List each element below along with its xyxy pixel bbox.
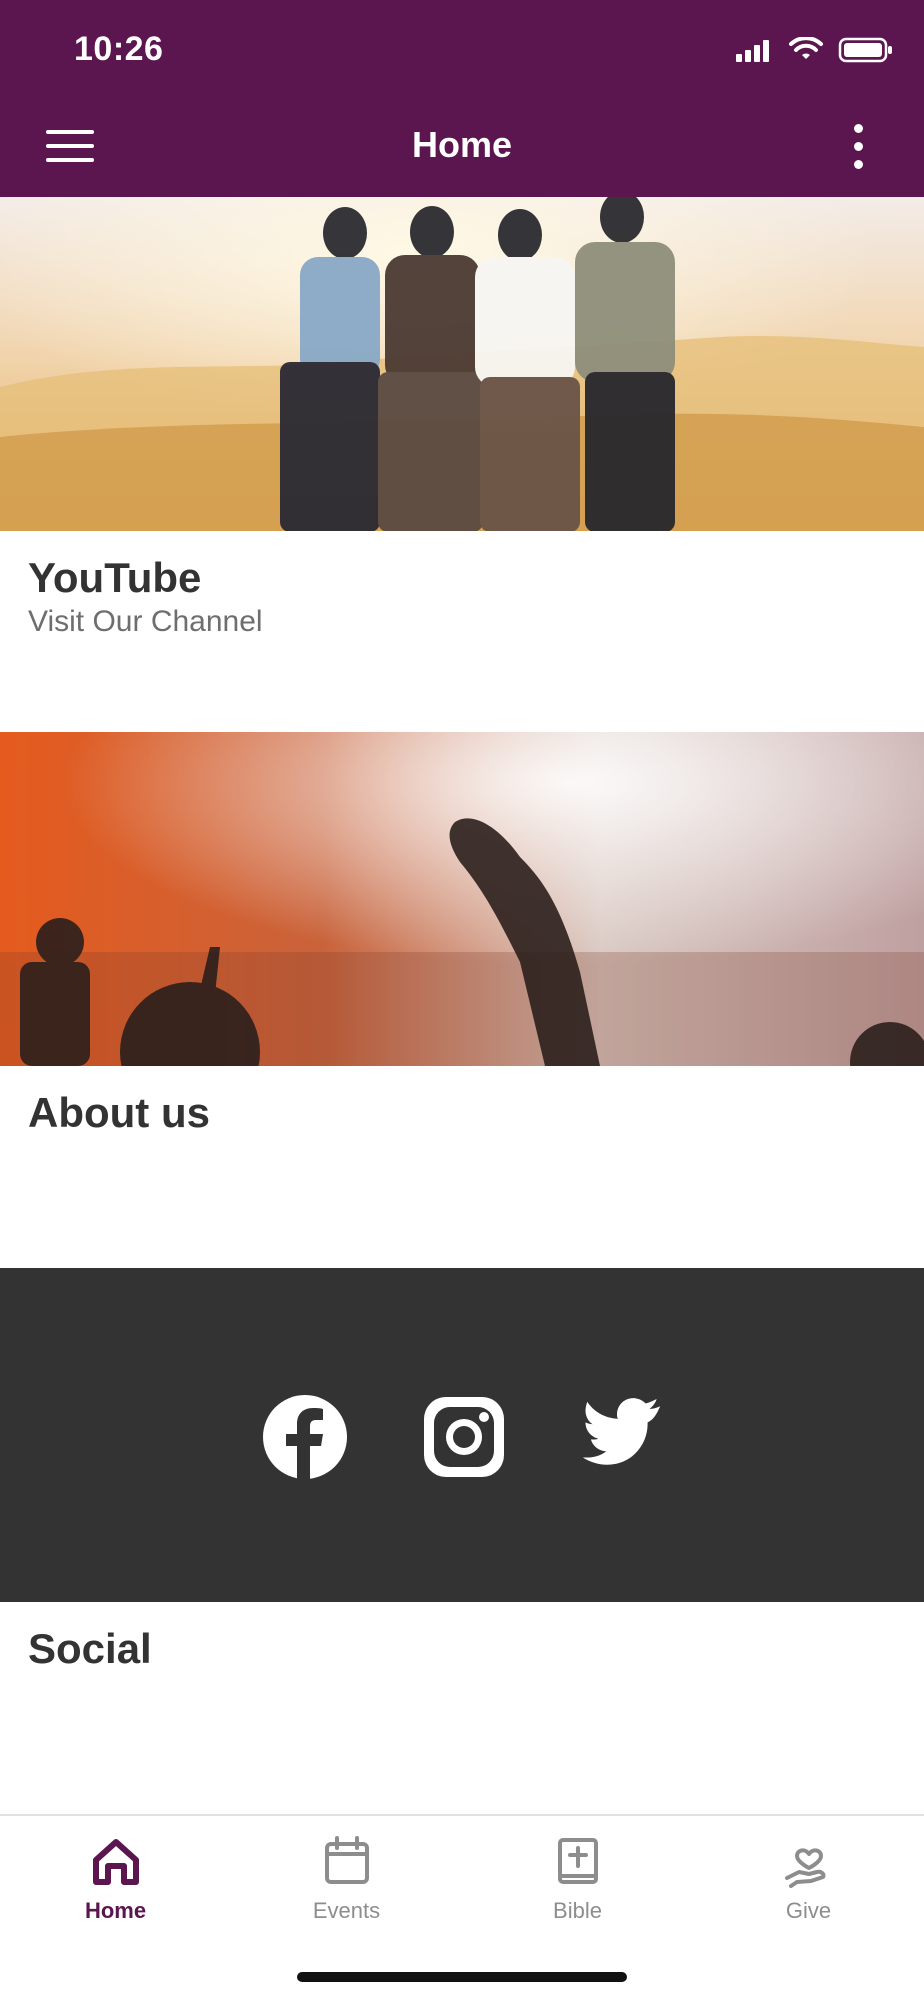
- home-icon: [92, 1839, 139, 1885]
- card-title: Social: [28, 1625, 152, 1672]
- card-youtube[interactable]: YouTube Visit Our Channel: [0, 197, 924, 732]
- status-time: 10:26: [74, 30, 164, 68]
- calendar-icon: [324, 1836, 369, 1884]
- card-title: About us: [28, 1089, 210, 1136]
- page-title: Home: [411, 124, 513, 165]
- card-social[interactable]: Social: [0, 1268, 924, 1814]
- bible-icon: [557, 1838, 598, 1884]
- wifi-icon: [789, 37, 823, 59]
- friends-sunset-photo: [0, 197, 924, 531]
- tab-home[interactable]: Home: [0, 1834, 231, 1944]
- card-about-us[interactable]: About us: [0, 732, 924, 1267]
- app-screen: 10:26 Home YouTube Visit Our Channel Abo…: [0, 0, 924, 2000]
- give-heart-hand-icon: [784, 1848, 825, 1888]
- app-header: 10:26 Home: [0, 0, 924, 197]
- worship-concert-photo: [0, 732, 924, 1066]
- tab-label: Events: [312, 1898, 381, 1923]
- facebook-icon[interactable]: [262, 1394, 348, 1480]
- vertical-ellipsis-icon[interactable]: [852, 124, 864, 172]
- tab-events[interactable]: Events: [231, 1834, 462, 1944]
- tab-label: Bible: [553, 1898, 602, 1923]
- tab-bible[interactable]: Bible: [462, 1834, 693, 1944]
- social-icons-banner: [0, 1268, 924, 1602]
- tab-label: Home: [84, 1898, 147, 1923]
- instagram-icon[interactable]: [421, 1394, 507, 1480]
- battery-icon: [838, 37, 892, 63]
- card-title: YouTube: [28, 554, 202, 601]
- signal-icon: [736, 40, 769, 62]
- status-icons: [734, 36, 894, 64]
- card-subtitle: Visit Our Channel: [28, 605, 263, 638]
- tab-label: Give: [785, 1898, 832, 1923]
- home-indicator[interactable]: [297, 1972, 627, 1982]
- tab-give[interactable]: Give: [693, 1834, 924, 1944]
- twitter-icon[interactable]: [580, 1394, 666, 1480]
